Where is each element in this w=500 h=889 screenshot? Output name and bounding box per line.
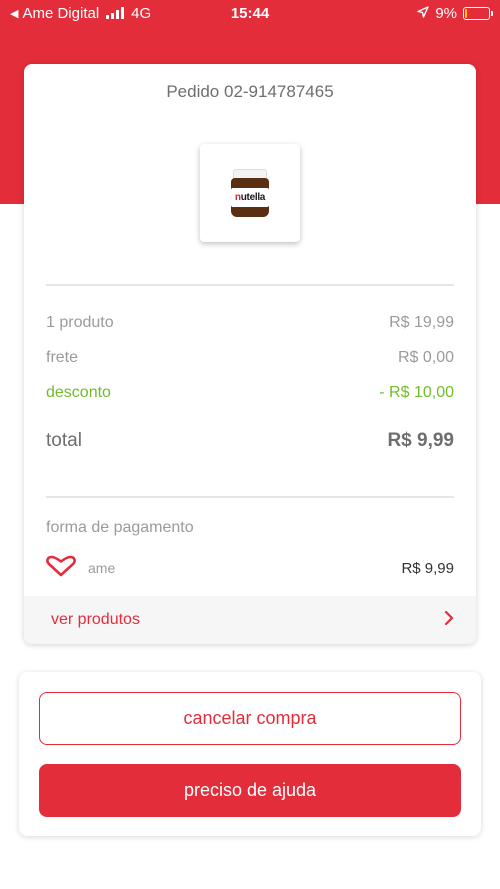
products-label: 1 produto xyxy=(46,314,114,331)
summary-products-row: 1 produto R$ 19,99 xyxy=(46,314,454,332)
battery-percent: 9% xyxy=(435,4,457,22)
status-right: 9% xyxy=(417,4,493,22)
actions-card: cancelar compra preciso de ajuda xyxy=(19,672,481,836)
view-products-label: ver produtos xyxy=(51,611,140,628)
product-label-text: utella xyxy=(240,192,266,203)
location-arrow-icon xyxy=(417,5,430,22)
payment-method-label: forma de pagamento xyxy=(46,519,194,536)
view-products-button[interactable]: ver produtos xyxy=(24,596,476,644)
signal-icon xyxy=(106,7,125,19)
carrier-name[interactable]: Ame Digital xyxy=(22,5,99,22)
summary-discount-row: desconto - R$ 10,00 xyxy=(46,384,454,402)
product-label: n utella xyxy=(231,188,269,207)
discount-value: - R$ 10,00 xyxy=(379,384,454,401)
total-label: total xyxy=(46,430,82,451)
payment-method-name: ame xyxy=(88,560,116,576)
battery-icon xyxy=(463,6,493,20)
total-value: R$ 9,99 xyxy=(387,430,454,451)
divider-bottom xyxy=(46,496,454,498)
status-bar: ◀ Ame Digital 4G 15:44 9% xyxy=(0,0,500,26)
order-card: Pedido 02-914787465 n utella 1 produto R$… xyxy=(24,64,476,644)
ame-heart-icon xyxy=(46,555,76,582)
summary-shipping-row: frete R$ 0,00 xyxy=(46,349,454,367)
payment-amount: R$ 9,99 xyxy=(401,559,454,577)
chevron-right-icon xyxy=(444,610,454,631)
divider-top xyxy=(46,284,454,286)
products-value: R$ 19,99 xyxy=(389,314,454,331)
payment-row: ame R$ 9,99 xyxy=(46,554,454,582)
battery-level xyxy=(465,8,468,18)
back-arrow-icon[interactable]: ◀ xyxy=(10,7,18,20)
need-help-button[interactable]: preciso de ajuda xyxy=(39,764,461,817)
shipping-label: frete xyxy=(46,349,79,366)
status-left: ◀ Ame Digital 4G xyxy=(10,5,151,22)
product-thumbnail[interactable]: n utella xyxy=(200,144,300,242)
nutella-jar-icon: n utella xyxy=(231,169,269,217)
order-title: Pedido 02-914787465 xyxy=(166,82,334,101)
cancel-purchase-button[interactable]: cancelar compra xyxy=(39,692,461,745)
shipping-value: R$ 0,00 xyxy=(397,349,454,366)
summary-total-row: total R$ 9,99 xyxy=(46,430,454,452)
discount-label: desconto xyxy=(46,384,111,401)
network-type: 4G xyxy=(131,4,152,22)
